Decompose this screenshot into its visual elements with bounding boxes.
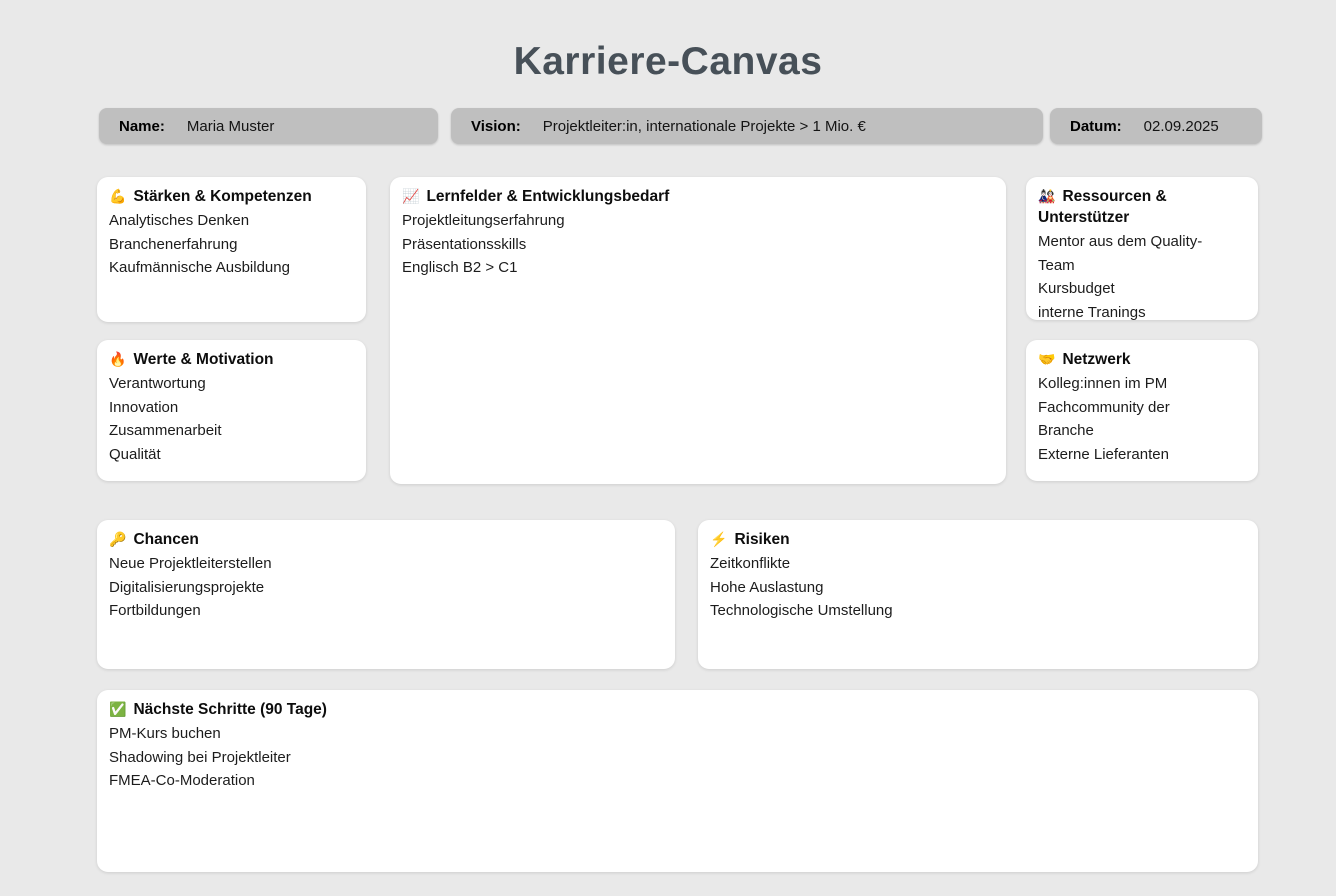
list-item: Kaufmännische Ausbildung xyxy=(109,256,354,280)
card-risks: ⚡ Risiken ZeitkonflikteHohe AuslastungTec… xyxy=(698,520,1258,669)
list-item: Branchenerfahrung xyxy=(109,233,354,257)
list-item: PM-Kurs buchen xyxy=(109,722,1246,746)
card-values: 🔥 Werte & Motivation VerantwortungInnovat… xyxy=(97,340,366,481)
card-values-title: 🔥 Werte & Motivation xyxy=(109,349,354,370)
datum-label: Datum: xyxy=(1070,118,1122,135)
list-item: Externe Lieferanten xyxy=(1038,443,1216,467)
name-field: Name: Maria Muster xyxy=(99,108,438,144)
card-next-steps: ✅ Nächste Schritte (90 Tage) PM-Kurs buch… xyxy=(97,690,1258,872)
card-title-text: Risiken xyxy=(734,531,789,548)
list-item: Zeitkonflikte xyxy=(710,552,1246,576)
karriere-canvas-page: Karriere-Canvas Name: Maria Muster Visio… xyxy=(0,0,1336,896)
list-item: Mentor aus dem Quality-Team xyxy=(1038,230,1216,277)
list-item: Englisch B2 > C1 xyxy=(402,256,994,280)
list-item: Qualität xyxy=(109,443,354,467)
page-title: Karriere-Canvas xyxy=(0,40,1336,84)
check-mark-icon: ✅ xyxy=(109,701,126,717)
list-item: interne Tranings xyxy=(1038,301,1216,325)
list-item: Zusammenarbeit xyxy=(109,419,354,443)
dolls-icon: 🎎 xyxy=(1038,188,1055,204)
chart-increasing-icon: 📈 xyxy=(402,188,419,204)
datum-value: 02.09.2025 xyxy=(1144,118,1219,135)
card-next-steps-title: ✅ Nächste Schritte (90 Tage) xyxy=(109,699,1246,720)
card-title-text: Netzwerk xyxy=(1062,351,1130,368)
card-title-text: Nächste Schritte (90 Tage) xyxy=(133,701,327,718)
list-item: Fachcommunity der Branche xyxy=(1038,396,1216,443)
card-resources-title: 🎎Ressourcen & Unterstützer xyxy=(1038,186,1246,228)
card-title-text: Ressourcen & Unterstützer xyxy=(1038,188,1167,226)
card-risks-title: ⚡ Risiken xyxy=(710,529,1246,550)
card-strengths-title: 💪 Stärken & Kompetenzen xyxy=(109,186,354,207)
list-item: Hohe Auslastung xyxy=(710,576,1246,600)
card-strengths: 💪 Stärken & Kompetenzen Analytisches Denk… xyxy=(97,177,366,322)
list-item: Digitalisierungsprojekte xyxy=(109,576,663,600)
card-values-items: VerantwortungInnovationZusammenarbeitQua… xyxy=(109,372,354,466)
card-resources: 🎎Ressourcen & Unterstützer Mentor aus de… xyxy=(1026,177,1258,320)
card-opportunities: 🔑 Chancen Neue ProjektleiterstellenDigita… xyxy=(97,520,675,669)
list-item: Verantwortung xyxy=(109,372,354,396)
list-item: Technologische Umstellung xyxy=(710,599,1246,623)
card-opportunities-title: 🔑 Chancen xyxy=(109,529,663,550)
card-resources-items: Mentor aus dem Quality-TeamKursbudgetint… xyxy=(1038,230,1246,324)
list-item: FMEA-Co-Moderation xyxy=(109,769,1246,793)
list-item: Kolleg:innen im PM xyxy=(1038,372,1216,396)
fire-icon: 🔥 xyxy=(109,351,126,367)
card-title-text: Stärken & Kompetenzen xyxy=(133,188,311,205)
card-network: 🤝 Netzwerk Kolleg:innen im PMFachcommunit… xyxy=(1026,340,1258,481)
high-voltage-icon: ⚡ xyxy=(710,531,727,547)
key-icon: 🔑 xyxy=(109,531,126,547)
card-title-text: Lernfelder & Entwicklungsbedarf xyxy=(426,188,669,205)
list-item: Neue Projektleiterstellen xyxy=(109,552,663,576)
vision-label: Vision: xyxy=(471,118,521,135)
list-item: Fortbildungen xyxy=(109,599,663,623)
list-item: Shadowing bei Projektleiter xyxy=(109,746,1246,770)
card-network-title: 🤝 Netzwerk xyxy=(1038,349,1246,370)
list-item: Projektleitungserfahrung xyxy=(402,209,994,233)
card-learning-fields-items: ProjektleitungserfahrungPräsentationsski… xyxy=(402,209,994,280)
card-title-text: Chancen xyxy=(133,531,198,548)
card-learning-fields-title: 📈 Lernfelder & Entwicklungsbedarf xyxy=(402,186,994,207)
vision-value: Projektleiter:in, internationale Projekt… xyxy=(543,118,866,135)
list-item: Kursbudget xyxy=(1038,277,1216,301)
card-network-items: Kolleg:innen im PMFachcommunity der Bran… xyxy=(1038,372,1246,466)
card-title-text: Werte & Motivation xyxy=(133,351,273,368)
card-risks-items: ZeitkonflikteHohe AuslastungTechnologisc… xyxy=(710,552,1246,623)
handshake-icon: 🤝 xyxy=(1038,351,1055,367)
list-item: Innovation xyxy=(109,396,354,420)
card-next-steps-items: PM-Kurs buchenShadowing bei Projektleite… xyxy=(109,722,1246,793)
card-strengths-items: Analytisches DenkenBranchenerfahrungKauf… xyxy=(109,209,354,280)
card-learning-fields: 📈 Lernfelder & Entwicklungsbedarf Projekt… xyxy=(390,177,1006,484)
vision-field: Vision: Projektleiter:in, internationale… xyxy=(451,108,1043,144)
name-value: Maria Muster xyxy=(187,118,275,135)
list-item: Analytisches Denken xyxy=(109,209,354,233)
datum-field: Datum: 02.09.2025 xyxy=(1050,108,1262,144)
card-opportunities-items: Neue ProjektleiterstellenDigitalisierung… xyxy=(109,552,663,623)
flexed-biceps-icon: 💪 xyxy=(109,188,126,204)
name-label: Name: xyxy=(119,118,165,135)
list-item: Präsentationsskills xyxy=(402,233,994,257)
